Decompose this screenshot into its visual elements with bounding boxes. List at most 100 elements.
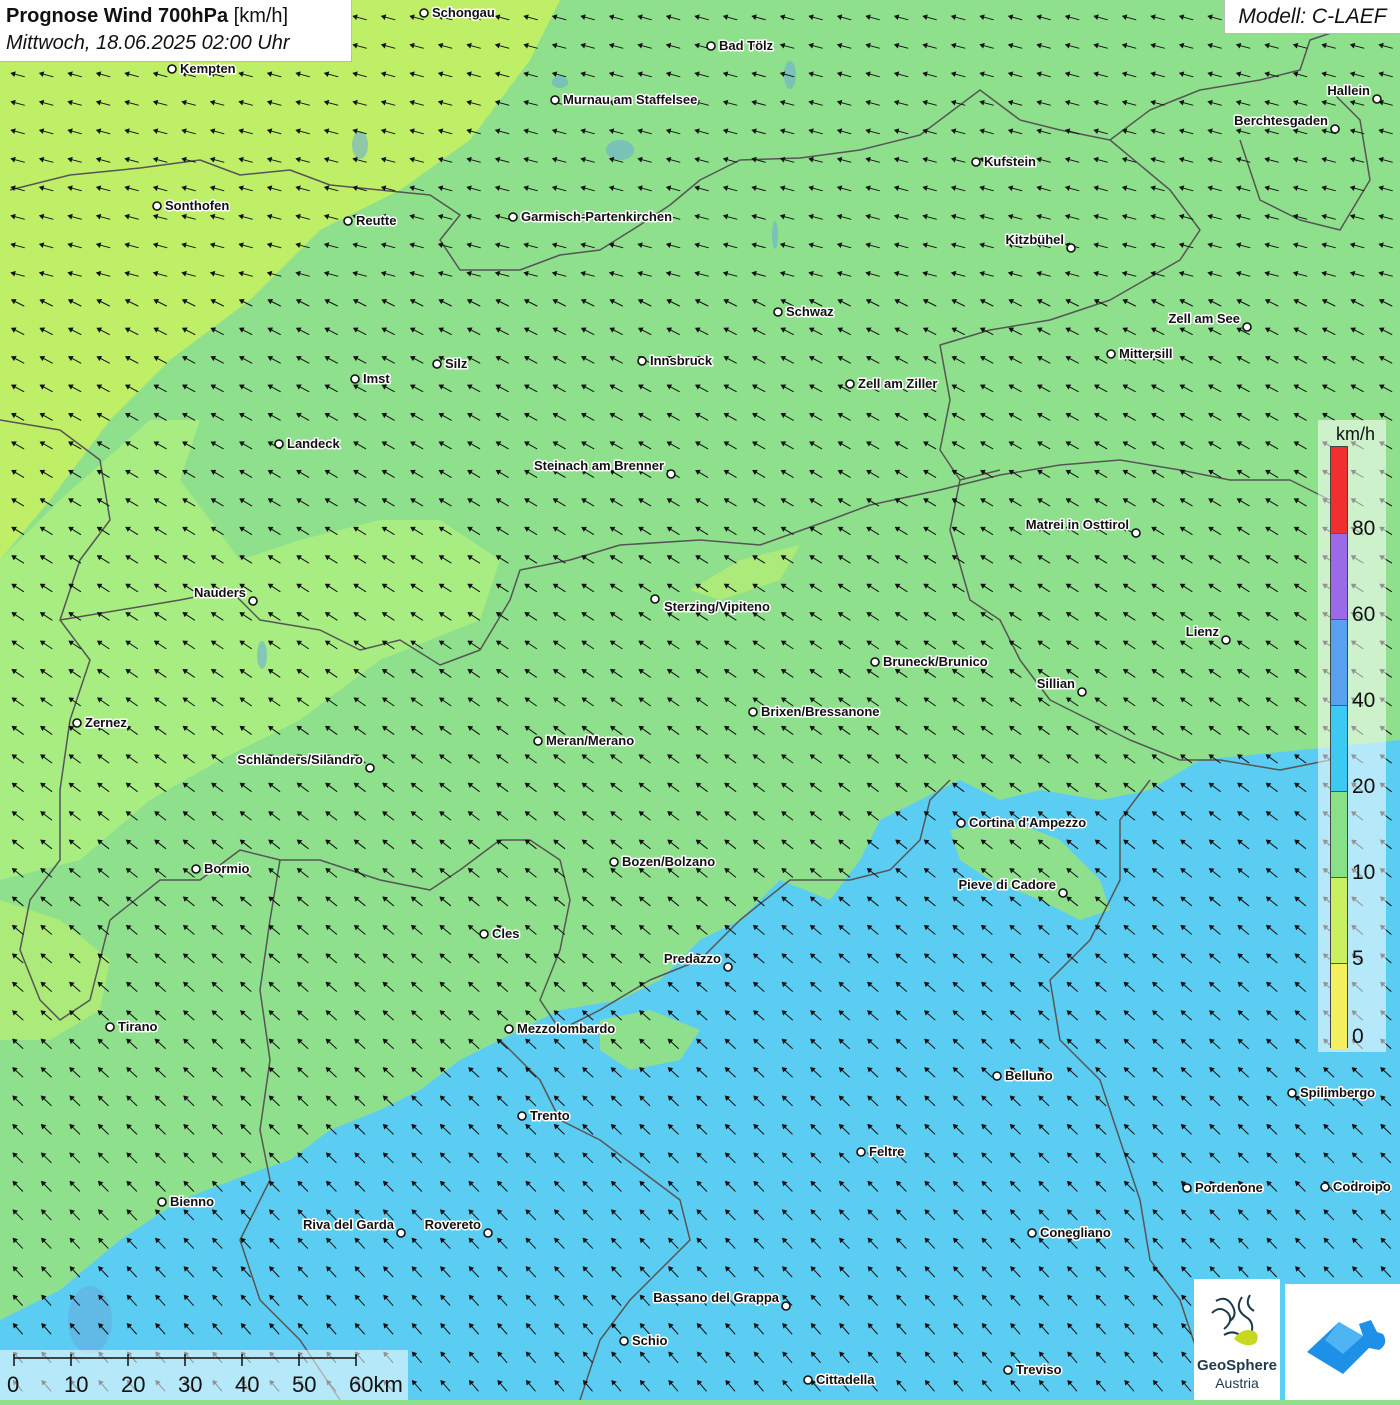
city-label: Imst: [363, 371, 390, 386]
city-label: Rovereto: [425, 1217, 481, 1232]
city-marker-icon: [637, 356, 647, 366]
color-legend: km/h 80 60 40 20 10 5 0: [1318, 420, 1386, 1052]
geosphere-sub: Austria: [1215, 1375, 1259, 1391]
city-label: Zell am Ziller: [858, 376, 937, 391]
city-label: Zernez: [85, 715, 127, 730]
forecast-datetime: Mittwoch, 18.06.2025 02:00 Uhr: [6, 32, 290, 54]
legend-color-band: [1331, 447, 1347, 533]
city-label: Brixen/Bressanone: [761, 704, 880, 719]
city-marker-icon: [971, 157, 981, 167]
city-marker-icon: [1242, 322, 1252, 332]
city-label: Garmisch-Partenkirchen: [521, 209, 672, 224]
city-marker-icon: [723, 962, 733, 972]
city-label: Berchtesgaden: [1234, 113, 1328, 128]
legend-color-band: [1331, 877, 1347, 963]
city-marker-icon: [956, 818, 966, 828]
city-marker-icon: [773, 307, 783, 317]
city-label: Kitzbühel: [1006, 232, 1065, 247]
city-label: Schwaz: [786, 304, 834, 319]
city-marker-icon: [1182, 1183, 1192, 1193]
city-marker-icon: [248, 596, 258, 606]
city-marker-icon: [419, 8, 429, 18]
legend-tick-label: 40: [1352, 689, 1376, 712]
legend-tick-label: 5: [1352, 947, 1364, 970]
city-marker-icon: [1287, 1088, 1297, 1098]
legend-color-bar: [1330, 446, 1348, 1049]
city-label: Lienz: [1186, 624, 1220, 639]
legend-tick-label: 10: [1352, 861, 1376, 884]
city-marker-icon: [504, 1024, 514, 1034]
city-marker-icon: [1077, 687, 1087, 697]
city-marker-icon: [508, 212, 518, 222]
title-main: Prognose Wind 700hPa: [6, 5, 229, 27]
city-marker-icon: [72, 718, 82, 728]
city-marker-icon: [396, 1228, 406, 1238]
city-label: Innsbruck: [650, 353, 713, 368]
city-marker-icon: [365, 763, 375, 773]
legend-tick-label: 60: [1352, 603, 1376, 626]
city-marker-icon: [1320, 1182, 1330, 1192]
city-label: Cles: [492, 926, 519, 941]
city-label: Spilimbergo: [1300, 1085, 1375, 1100]
city-label: Nauders: [194, 585, 246, 600]
city-label: Riva del Garda: [303, 1217, 395, 1232]
city-label: Steinach am Brenner: [534, 458, 664, 473]
city-marker-icon: [706, 41, 716, 51]
city-marker-icon: [992, 1071, 1002, 1081]
scale-label: 50: [292, 1372, 317, 1397]
city-marker-icon: [550, 95, 560, 105]
lake-kochelsee: [606, 140, 634, 160]
city-label: Reutte: [356, 213, 396, 228]
scale-label: 30: [178, 1372, 203, 1397]
city-label: Sillian: [1037, 676, 1075, 691]
lake-achensee: [772, 221, 778, 249]
city-label: Bruneck/Brunico: [883, 654, 988, 669]
city-marker-icon: [533, 736, 543, 746]
legend-color-band: [1331, 533, 1347, 619]
legend-color-band: [1331, 791, 1347, 877]
city-label: Meran/Merano: [546, 733, 634, 748]
city-marker-icon: [803, 1375, 813, 1385]
city-marker-icon: [1221, 635, 1231, 645]
lake-staffelsee: [552, 76, 568, 88]
city-marker-icon: [157, 1197, 167, 1207]
cloud-arrow-icon: [1307, 1320, 1386, 1374]
city-label: Schio: [632, 1333, 667, 1348]
city-label: Sonthofen: [165, 198, 229, 213]
city-label: Bassano del Grappa: [653, 1290, 779, 1305]
city-marker-icon: [483, 1228, 493, 1238]
city-marker-icon: [781, 1301, 791, 1311]
model-label: Modell: C-LAEF: [1224, 0, 1400, 34]
city-marker-icon: [274, 439, 284, 449]
city-marker-icon: [1027, 1228, 1037, 1238]
city-marker-icon: [343, 216, 353, 226]
legend-unit: km/h: [1336, 424, 1376, 444]
city-label: Treviso: [1016, 1362, 1062, 1377]
scale-label: 60km: [349, 1372, 403, 1397]
legend-color-band: [1331, 963, 1347, 1049]
city-label: Bormio: [204, 861, 250, 876]
city-marker-icon: [105, 1022, 115, 1032]
city-marker-icon: [1330, 124, 1340, 134]
city-label: Kufstein: [984, 154, 1036, 169]
lake-forggensee: [352, 131, 368, 159]
city-marker-icon: [1066, 243, 1076, 253]
scale-label: 20: [121, 1372, 146, 1397]
city-label: Murnau am Staffelsee: [563, 92, 697, 107]
city-marker-icon: [1058, 888, 1068, 898]
city-label: Pordenone: [1195, 1180, 1263, 1195]
city-marker-icon: [856, 1147, 866, 1157]
legend-tick-label: 20: [1352, 775, 1376, 798]
city-marker-icon: [666, 469, 676, 479]
map-title: Prognose Wind 700hPa [km/h]: [6, 3, 345, 30]
scale-bar-line: [13, 1354, 357, 1366]
city-label: Pieve di Cadore: [958, 877, 1056, 892]
city-label: Feltre: [869, 1144, 904, 1159]
legend-tick-label: 0: [1352, 1025, 1364, 1048]
wind-map: SchongauBad TölzKemptenMurnau am Staffel…: [0, 0, 1400, 1400]
city-marker-icon: [619, 1336, 629, 1346]
geosphere-mark-icon: [1211, 1294, 1258, 1346]
city-label: Bienno: [170, 1194, 214, 1209]
city-label: Cortina d'Ampezzo: [969, 815, 1086, 830]
city-marker-icon: [650, 594, 660, 604]
